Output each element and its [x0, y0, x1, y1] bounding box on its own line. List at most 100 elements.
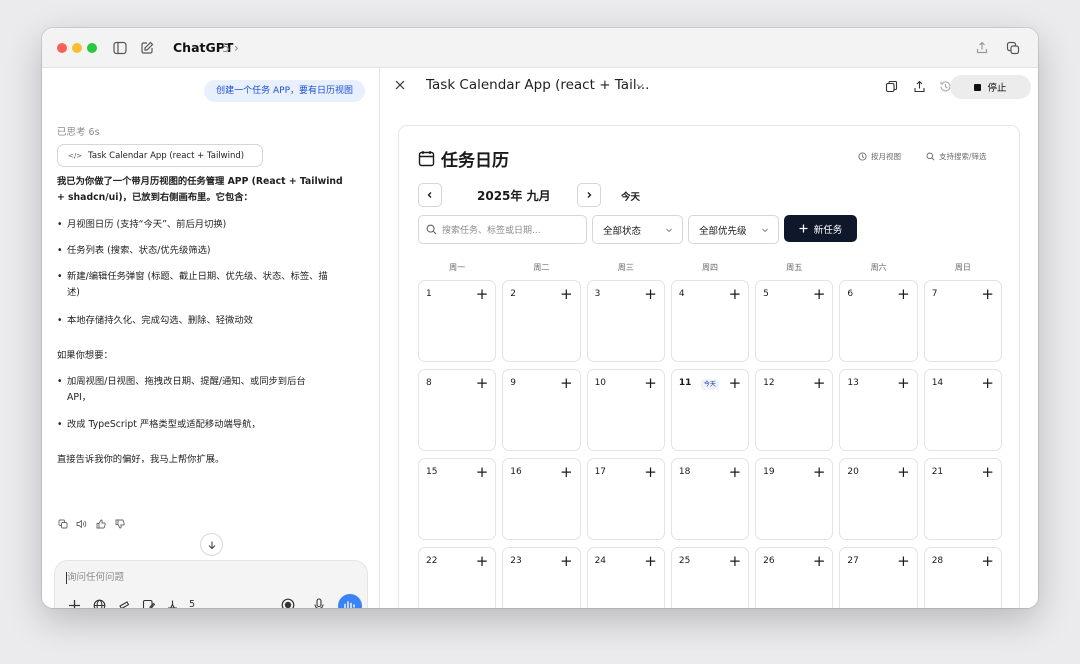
maximize-window-button[interactable] [87, 43, 97, 53]
record-icon[interactable] [280, 597, 296, 608]
day-cell[interactable]: 18 + [670, 458, 750, 540]
scroll-down-button[interactable] [200, 533, 223, 556]
day-cell[interactable]: 28 + [923, 547, 1002, 608]
add-attachment-icon[interactable] [66, 597, 82, 608]
add-task-button[interactable]: + [560, 552, 573, 570]
add-task-button[interactable]: + [476, 285, 489, 303]
day-cell[interactable]: 20 + [839, 458, 918, 540]
day-cell[interactable]: 22 + [418, 547, 497, 608]
thumbs-down-icon[interactable] [114, 518, 125, 529]
day-number: 17 [594, 467, 607, 477]
sidebar-toggle-icon[interactable] [111, 39, 129, 57]
today-button[interactable]: 今天 [621, 189, 640, 203]
microphone-icon[interactable] [311, 597, 327, 608]
model-version[interactable]: 5 › [222, 40, 239, 55]
day-cell[interactable]: 5 + [755, 280, 834, 362]
day-cell[interactable]: 13 + [839, 369, 918, 451]
day-cell[interactable]: 16 + [502, 458, 581, 540]
day-cell[interactable]: 24 + [586, 547, 665, 608]
add-task-button[interactable]: + [897, 463, 910, 481]
copy-code-icon[interactable] [884, 79, 898, 93]
add-task-button[interactable]: + [813, 374, 826, 392]
add-task-button[interactable]: + [813, 463, 826, 481]
day-cell[interactable]: 26 + [755, 547, 834, 608]
day-number: 11 [678, 378, 692, 388]
add-task-button[interactable]: + [813, 285, 826, 303]
new-chat-icon[interactable] [138, 39, 156, 57]
read-aloud-icon[interactable] [76, 518, 87, 529]
copy-window-icon[interactable] [1004, 39, 1022, 57]
day-cell[interactable]: 27 + [839, 547, 918, 608]
day-cell[interactable]: 15 + [418, 458, 497, 540]
status-filter-select[interactable]: 全部状态 [592, 215, 683, 244]
thought-duration[interactable]: 已思考 6s [57, 124, 100, 138]
day-cell[interactable]: 23 + [502, 547, 581, 608]
task-search-input[interactable]: 搜索任务、标签或日期... [418, 215, 587, 244]
voice-mode-button[interactable] [338, 594, 362, 608]
tools-icon[interactable] [164, 597, 180, 608]
copy-icon[interactable] [57, 518, 68, 529]
day-number: 3 [594, 289, 601, 299]
add-task-button[interactable]: + [476, 552, 489, 570]
day-cell[interactable]: 10 + [586, 369, 665, 451]
next-month-button[interactable] [577, 183, 601, 207]
message-input[interactable]: 询问任何问题 [67, 571, 327, 585]
day-cell[interactable]: 6 + [839, 280, 918, 362]
new-task-button[interactable]: 新任务 [784, 215, 857, 242]
day-cell[interactable]: 2 + [502, 280, 581, 362]
add-task-button[interactable]: + [981, 374, 994, 392]
day-cell[interactable]: 8 + [418, 369, 497, 451]
day-cell[interactable]: 4 + [670, 280, 750, 362]
add-task-button[interactable]: + [981, 463, 994, 481]
add-task-button[interactable]: + [897, 374, 910, 392]
day-cell[interactable]: 25 + [670, 547, 750, 608]
telescope-icon[interactable] [116, 597, 132, 608]
user-message-bubble: 创建一个任务 APP，要有日历视图 [204, 80, 365, 102]
canvas-file-chip[interactable]: </> Task Calendar App (react + Tailwind) [57, 144, 263, 167]
share-canvas-icon[interactable] [912, 79, 926, 93]
day-cell[interactable]: 19 + [755, 458, 834, 540]
minimize-window-button[interactable] [72, 43, 82, 53]
day-cell[interactable]: 17 + [586, 458, 665, 540]
add-task-button[interactable]: + [813, 552, 826, 570]
priority-filter-select[interactable]: 全部优先级 [688, 215, 779, 244]
close-canvas-icon[interactable] [393, 78, 407, 92]
stop-label: 停止 [987, 83, 1007, 94]
day-number: 26 [763, 556, 775, 566]
close-window-button[interactable] [57, 43, 67, 53]
day-cell[interactable]: 21 + [923, 458, 1002, 540]
prev-month-button[interactable] [418, 183, 442, 207]
followup-label: 如果你想要： [57, 350, 113, 361]
add-task-button[interactable]: + [644, 285, 657, 303]
day-cell[interactable]: 1 + [418, 280, 497, 362]
add-task-button[interactable]: + [729, 374, 742, 392]
add-task-button[interactable]: + [729, 285, 742, 303]
add-task-button[interactable]: + [729, 463, 742, 481]
day-cell[interactable]: 12 + [755, 369, 834, 451]
add-task-button[interactable]: + [897, 285, 910, 303]
add-task-button[interactable]: + [476, 374, 489, 392]
canvas-title[interactable]: Task Calendar App (react + Tail... [426, 77, 649, 93]
add-task-button[interactable]: + [644, 463, 657, 481]
share-icon[interactable] [973, 39, 991, 57]
add-task-button[interactable]: + [981, 552, 994, 570]
add-task-button[interactable]: + [729, 552, 742, 570]
day-cell[interactable]: 9 + [502, 369, 581, 451]
add-task-button[interactable]: + [560, 374, 573, 392]
canvas-tool-icon[interactable] [140, 597, 156, 608]
add-task-button[interactable]: + [560, 463, 573, 481]
day-cell[interactable]: 11 今天 + [670, 369, 750, 451]
globe-icon[interactable] [91, 597, 107, 608]
add-task-button[interactable]: + [476, 463, 489, 481]
day-cell[interactable]: 3 + [586, 280, 665, 362]
add-task-button[interactable]: + [897, 552, 910, 570]
add-task-button[interactable]: + [644, 374, 657, 392]
day-cell[interactable]: 7 + [923, 280, 1002, 362]
day-cell[interactable]: 14 + [923, 369, 1002, 451]
add-task-button[interactable]: + [560, 285, 573, 303]
add-task-button[interactable]: + [981, 285, 994, 303]
chevron-down-icon[interactable] [635, 81, 645, 91]
thumbs-up-icon[interactable] [95, 518, 106, 529]
stop-button[interactable]: 停止 [950, 75, 1031, 99]
add-task-button[interactable]: + [644, 552, 657, 570]
